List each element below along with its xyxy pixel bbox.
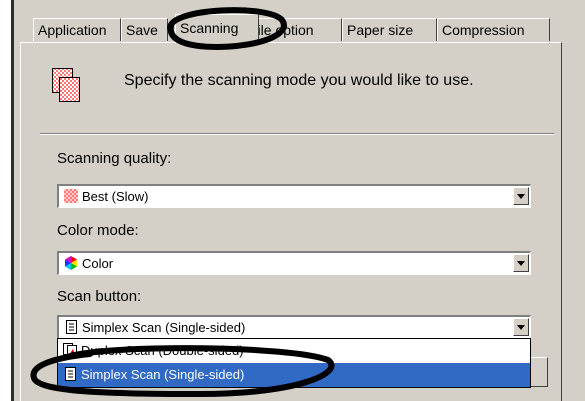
tab-compression[interactable]: Compression [437, 18, 550, 41]
tab-label: Scanning [180, 20, 239, 36]
color-mode-label: Color mode: [57, 222, 139, 239]
document-icon [65, 367, 76, 381]
option-label: Duplex Scan (Double-sided) [81, 343, 244, 358]
option-label: Simplex Scan (Single-sided) [81, 367, 245, 382]
scan-button-value: Simplex Scan (Single-sided) [82, 320, 246, 335]
tab-label: Save [126, 22, 158, 38]
chevron-down-icon[interactable] [513, 187, 529, 205]
panel-description: Specify the scanning mode you would like… [124, 72, 474, 89]
option-duplex[interactable]: Duplex Scan (Double-sided) [58, 339, 530, 363]
color-mode-select[interactable]: Color [57, 251, 531, 275]
color-mode-value: Color [82, 256, 114, 271]
chevron-down-icon[interactable] [513, 254, 529, 272]
scan-mode-icon [52, 68, 80, 102]
tab-label: Compression [442, 22, 525, 38]
scan-button-dropdown: Duplex Scan (Double-sided) Simplex Scan … [57, 338, 531, 388]
tab-paper-size[interactable]: Paper size [342, 18, 437, 41]
quality-value: Best (Slow) [82, 189, 149, 204]
tab-save[interactable]: Save [121, 18, 168, 41]
chevron-down-icon[interactable] [513, 318, 529, 336]
quality-icon [64, 189, 78, 203]
tab-label: Application [38, 22, 107, 38]
duplex-document-icon [63, 343, 77, 357]
color-wheel-icon [65, 256, 77, 270]
quality-label: Scanning quality: [57, 150, 172, 167]
tab-label: File option [259, 22, 314, 38]
scan-button-select[interactable]: Simplex Scan (Single-sided) [57, 315, 531, 339]
tab-scanning[interactable]: Scanning [175, 14, 259, 43]
separator [40, 133, 554, 135]
scan-button-label: Scan button: [57, 288, 142, 305]
tab-file-option[interactable]: File option [258, 18, 342, 41]
option-simplex[interactable]: Simplex Scan (Single-sided) [58, 363, 530, 387]
quality-select[interactable]: Best (Slow) [57, 184, 531, 208]
tab-label: Paper size [347, 22, 414, 38]
tab-application[interactable]: Application [33, 18, 121, 41]
document-icon [66, 320, 77, 334]
